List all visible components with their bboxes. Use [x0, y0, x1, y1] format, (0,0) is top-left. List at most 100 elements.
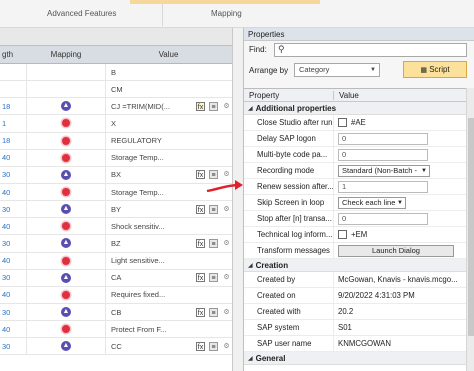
tab-mapping[interactable]: Mapping	[211, 9, 242, 18]
mapping-source-icon[interactable]: ▲	[61, 341, 71, 352]
close-studio-checkbox[interactable]	[338, 118, 347, 127]
mapping-cell[interactable]	[26, 132, 106, 149]
mapping-cell[interactable]	[26, 321, 106, 338]
mapping-source-icon[interactable]: ▲	[61, 101, 71, 112]
pin-icon[interactable]	[62, 222, 70, 231]
technical-log-checkbox[interactable]	[338, 230, 347, 239]
value-cell[interactable]: BZ fx ≡ ⚙	[106, 235, 231, 251]
table-row[interactable]: 30 ▲ CC fx ≡ ⚙	[0, 338, 232, 356]
formula-icon[interactable]: fx	[196, 307, 205, 317]
value-cell[interactable]: Storage Temp...	[106, 150, 231, 166]
property-scrollbar[interactable]	[466, 88, 474, 371]
table-row[interactable]: 1X	[0, 115, 232, 133]
document-icon[interactable]: ≡	[209, 273, 218, 283]
col-header-value[interactable]: Value	[106, 50, 231, 59]
mapping-cell[interactable]	[26, 81, 106, 98]
delay-input[interactable]: 0	[338, 132, 428, 145]
table-row[interactable]: 18 ▲ CJ =TRIM(MID(... fx ≡ ⚙	[0, 98, 232, 116]
formula-icon[interactable]: fx	[196, 273, 205, 283]
script-button[interactable]: ▦ Script	[403, 61, 467, 78]
arrange-select[interactable]: Category ▼	[294, 63, 380, 77]
formula-icon[interactable]: fx	[196, 101, 205, 111]
section-additional[interactable]: ◢ Additional properties	[244, 102, 466, 115]
document-icon[interactable]: ≡	[209, 204, 218, 214]
mapping-source-icon[interactable]: ▲	[61, 169, 71, 180]
mapping-cell[interactable]	[26, 115, 106, 132]
value-cell[interactable]: Shock sensitiv...	[106, 218, 231, 234]
gear-icon[interactable]: ⚙	[222, 102, 231, 111]
table-row[interactable]: 18 REGULATORY	[0, 132, 232, 150]
formula-icon[interactable]: fx	[196, 238, 205, 248]
table-row[interactable]: 40 Storage Temp...	[0, 149, 232, 167]
section-general[interactable]: ◢ General	[244, 352, 466, 365]
mapping-source-icon[interactable]: ▲	[61, 238, 71, 249]
pin-icon[interactable]	[62, 290, 70, 299]
prop-created-with[interactable]: Created with 20.2	[244, 304, 466, 320]
prop-skip-screen[interactable]: Skip Screen in loop Check each line ▼	[244, 195, 466, 211]
table-row[interactable]: 30 ▲ CB fx ≡ ⚙	[0, 303, 232, 322]
stop-after-input[interactable]: 0	[338, 212, 428, 225]
document-icon[interactable]: ≡	[209, 307, 218, 317]
gear-icon[interactable]: ⚙	[222, 239, 231, 248]
pin-icon[interactable]	[62, 325, 70, 334]
prop-renew-session[interactable]: Renew session after... 1	[244, 179, 466, 195]
mapping-source-icon[interactable]: ▲	[61, 272, 71, 283]
mapping-cell[interactable]	[26, 286, 106, 303]
prop-delay-sap-logon[interactable]: Delay SAP logon 0	[244, 131, 466, 147]
col-header-length[interactable]: gth	[0, 50, 26, 59]
table-row[interactable]: 30 ▲ BZ fx ≡ ⚙	[0, 235, 232, 253]
value-cell[interactable]: CM	[106, 81, 231, 97]
mapping-cell[interactable]	[26, 149, 106, 166]
mapping-cell[interactable]	[26, 183, 106, 201]
mapping-cell[interactable]: ▲	[26, 166, 106, 183]
value-cell[interactable]: CJ =TRIM(MID(... fx ≡ ⚙	[106, 98, 231, 114]
mapping-cell[interactable]: ▲	[26, 235, 106, 252]
value-cell[interactable]: CB fx ≡ ⚙	[106, 304, 231, 320]
table-row[interactable]: 40 Light sensitive...	[0, 252, 232, 270]
prop-close-studio[interactable]: Close Studio after run #AE	[244, 115, 466, 131]
prop-recording-mode[interactable]: Recording mode Standard (Non-Batch - ▼	[244, 163, 466, 179]
prop-created-by[interactable]: Created by McGowan, Knavis - knavis.mcgo…	[244, 272, 466, 288]
prop-created-on[interactable]: Created on 9/20/2022 4:31:03 PM	[244, 288, 466, 304]
prop-technical-log[interactable]: Technical log inform... +EM	[244, 227, 466, 243]
value-cell[interactable]: B	[106, 64, 231, 80]
value-cell[interactable]: Light sensitive...	[106, 253, 231, 269]
mapping-cell[interactable]	[26, 252, 106, 269]
launch-dialog-button[interactable]: Launch Dialog	[338, 244, 454, 257]
mapping-cell[interactable]: ▲	[26, 98, 106, 115]
gear-icon[interactable]: ⚙	[222, 273, 231, 282]
table-row[interactable]: 40 Storage Temp...	[0, 183, 232, 202]
mapping-cell[interactable]: ▲	[26, 338, 106, 355]
gear-icon[interactable]: ⚙	[222, 205, 231, 214]
mapping-source-icon[interactable]: ▲	[61, 204, 71, 215]
pin-icon[interactable]	[62, 188, 70, 197]
renew-input[interactable]: 1	[338, 180, 428, 193]
section-creation[interactable]: ◢ Creation	[244, 259, 466, 272]
prop-stop-after[interactable]: Stop after [n] transa... 0	[244, 211, 466, 227]
pin-icon[interactable]	[62, 256, 70, 265]
tab-advanced-features[interactable]: Advanced Features	[47, 9, 116, 18]
table-row[interactable]: 30 ▲ BY fx ≡ ⚙	[0, 201, 232, 219]
value-cell[interactable]: CA fx ≡ ⚙	[106, 270, 231, 286]
document-icon[interactable]: ≡	[209, 238, 218, 248]
table-row[interactable]: 40 Shock sensitiv...	[0, 218, 232, 236]
prop-sap-user-name[interactable]: SAP user name KNMCGOWAN	[244, 336, 466, 352]
mapping-cell[interactable]	[26, 64, 106, 81]
col-header-mapping[interactable]: Mapping	[26, 50, 106, 59]
prop-sap-system[interactable]: SAP system S01	[244, 320, 466, 336]
skip-screen-select[interactable]: Check each line ▼	[338, 196, 406, 209]
mapping-cell[interactable]: ▲	[26, 269, 106, 286]
table-row[interactable]: CM	[0, 81, 232, 99]
find-input[interactable]: ⚲	[274, 43, 467, 57]
table-row[interactable]: 30 ▲ CA fx ≡ ⚙	[0, 269, 232, 287]
value-cell[interactable]: CC fx ≡ ⚙	[106, 338, 231, 354]
value-cell[interactable]: Protect From F...	[106, 321, 231, 337]
table-row[interactable]: 30 ▲ BX fx ≡ ⚙	[0, 166, 232, 184]
mapping-cell[interactable]: ▲	[26, 303, 106, 321]
mapping-source-icon[interactable]: ▲	[61, 307, 71, 318]
scrollbar-thumb[interactable]	[468, 118, 474, 336]
document-icon[interactable]: ≡	[209, 341, 218, 351]
formula-icon[interactable]: fx	[196, 204, 205, 214]
pin-icon[interactable]	[62, 153, 70, 162]
document-icon[interactable]: ≡	[209, 101, 218, 111]
